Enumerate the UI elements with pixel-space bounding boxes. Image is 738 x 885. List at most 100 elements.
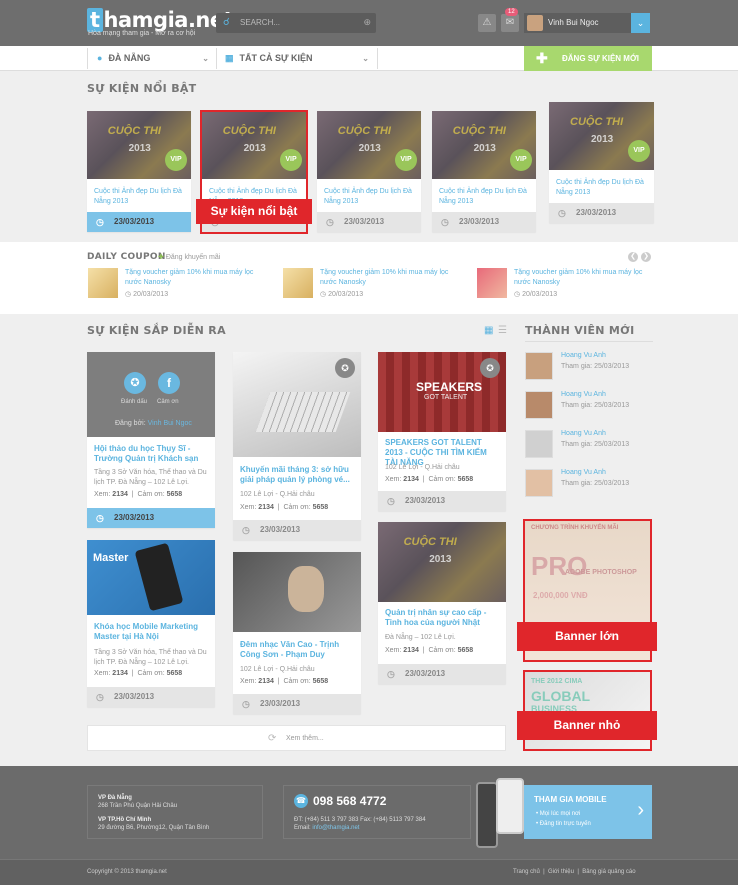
member-name[interactable]: Hoang Vu Anh <box>561 469 606 476</box>
event-title[interactable]: Đêm nhạc Văn Cao - Trịnh Công Sơn - Phạm… <box>240 640 355 660</box>
member-name[interactable]: Hoang Vu Anh <box>561 352 606 359</box>
event-title[interactable]: Cuộc thi Ảnh đẹp Du lịch Đà Nẵng 2013 <box>94 187 182 207</box>
footer-link-pricing[interactable]: Bảng giá quảng cáo <box>582 869 635 875</box>
clock-icon: ◷ <box>387 496 395 506</box>
user-dropdown-chevron-icon[interactable]: ⌄ <box>631 13 650 33</box>
clock-icon: ◷ <box>242 525 250 535</box>
pin-icon[interactable]: ✪ <box>335 358 355 378</box>
facebook-icon[interactable]: f <box>158 372 180 394</box>
event-address: 102 Lê Lợi - Q.Hải châu <box>240 666 315 673</box>
event-stats: Xem: 2134 | Cảm ơn: 5658 <box>385 647 474 654</box>
footer-offices: VP Đà Nẵng 268 Trần Phú Quận Hải Châu VP… <box>87 785 263 839</box>
category-select[interactable]: ▦ TẤT CẢ SỰ KIỆN ⌄ <box>225 46 377 71</box>
pin-icon[interactable]: ✪ <box>124 372 146 394</box>
member-joined: Tham gia: 25/03/2013 <box>561 402 630 409</box>
load-more-button[interactable]: ⟳ Xem thêm... <box>87 725 506 751</box>
event-date: ◷23/03/2013 <box>233 520 361 540</box>
user-menu[interactable]: Vinh Bui Ngoc <box>524 13 631 33</box>
event-card[interactable]: Đêm nhạc Văn Cao - Trịnh Công Sơn - Phạm… <box>233 552 361 714</box>
footer-link-about[interactable]: Giới thiệu <box>548 869 574 875</box>
clock-icon: ◷ <box>320 291 327 298</box>
featured-event-card[interactable]: CUỘC THI 2013 VIP Cuộc thi Ảnh đẹp Du lịch… <box>549 102 654 223</box>
member-item[interactable]: Hoang Vu Anh Tham gia: 25/03/2013 <box>525 352 653 382</box>
location-pin-icon: ● <box>97 53 103 63</box>
featured-section-title: SỰ KIỆN NỔI BẬT <box>87 82 197 95</box>
event-title[interactable]: Hội thảo du học Thụy Sĩ - Trường Quản tr… <box>94 444 209 464</box>
clock-icon: ◷ <box>558 208 566 218</box>
featured-event-card[interactable]: CUỘC THI 2013 VIP Cuộc thi Ảnh đẹp Du lịch… <box>317 111 421 232</box>
featured-event-card[interactable]: CUỘC THI 2013 VIP Cuộc thi Ảnh đẹp Du lịch… <box>87 111 191 232</box>
member-name[interactable]: Hoang Vu Anh <box>561 430 606 437</box>
member-avatar <box>525 469 553 497</box>
divider <box>377 48 378 69</box>
notification-icon[interactable]: ✉ <box>501 14 519 32</box>
chevron-down-icon: ⌄ <box>202 54 209 63</box>
coupon-title[interactable]: Tặng voucher giảm 10% khi mua máy lọc nư… <box>320 268 450 288</box>
featured-event-card[interactable]: CUỘC THI 2013 VIP Cuộc thi Ảnh đẹp Du lịch… <box>432 111 536 232</box>
event-title[interactable]: Cuộc thi Ảnh đẹp Du lịch Đà Nẵng 2013 <box>439 187 527 207</box>
coupon-date: ◷ 20/03/2013 <box>320 291 364 298</box>
chevron-down-icon: ⌄ <box>362 54 369 63</box>
event-address: Tầng 3 Sở Văn hóa, Thể thao và Du lịch T… <box>94 469 207 486</box>
create-event-button[interactable]: ✚ ĐĂNG SỰ KIỆN MỚI <box>524 46 652 71</box>
plus-icon: ✚ <box>158 254 164 261</box>
coupon-title[interactable]: Tặng voucher giảm 10% khi mua máy lọc nư… <box>125 268 255 288</box>
featured-annotation-label: Sự kiện nổi bật <box>196 199 312 224</box>
search-bar[interactable]: ☌ SEARCH... ⊕ <box>216 13 376 33</box>
user-avatar <box>527 15 543 31</box>
event-image: CUỘC THI 2013 <box>378 522 506 602</box>
event-title[interactable]: Cuộc thi Ảnh đẹp Du lịch Đà Nẵng 2013 <box>324 187 412 207</box>
vip-badge: VIP <box>628 140 650 162</box>
coupon-title[interactable]: Tặng voucher giảm 10% khi mua máy lọc nư… <box>514 268 644 288</box>
event-card[interactable]: ✪ Khuyến mãi tháng 3: sở hữu giải pháp q… <box>233 352 361 540</box>
small-banner-label: Banner nhỏ <box>517 711 657 740</box>
search-submit-icon[interactable]: ⊕ <box>363 17 371 28</box>
hotline: 098 568 4772 <box>313 794 387 808</box>
member-joined: Tham gia: 25/03/2013 <box>561 363 630 370</box>
footer-link-home[interactable]: Trang chủ <box>513 869 540 875</box>
event-card[interactable]: CUỘC THI 2013 Quản trị nhân sự cao cấp - … <box>378 522 506 684</box>
member-item[interactable]: Hoang Vu Anh Tham gia: 25/03/2013 <box>525 430 653 460</box>
clock-icon: ◷ <box>125 291 132 298</box>
member-name[interactable]: Hoang Vu Anh <box>561 391 606 398</box>
prev-arrow-icon[interactable]: ❮ <box>628 252 638 262</box>
copyright: Copyright © 2013 thamgia.net <box>87 869 167 875</box>
event-card[interactable]: ✪ f Đánh dấu Cảm ơn Đăng bởi: Vinh Bui N… <box>87 352 215 528</box>
add-coupon-link[interactable]: ✚ Đăng khuyến mãi <box>158 253 220 261</box>
alert-icon[interactable]: ⚠ <box>478 14 496 32</box>
member-item[interactable]: Hoang Vu Anh Tham gia: 25/03/2013 <box>525 469 653 499</box>
member-avatar <box>525 352 553 380</box>
coupon-item[interactable]: Tặng voucher giảm 10% khi mua máy lọc nư… <box>283 268 463 300</box>
event-card[interactable]: SPEAKERS GOT TALENT ✪ SPEAKERS GOT TALEN… <box>378 352 506 511</box>
site-tagline: Hòa mạng tham gia - Mở ra cơ hội <box>88 30 196 37</box>
event-image: CUỘC THI 2013 VIP <box>87 111 191 179</box>
coupon-item[interactable]: Tặng voucher giảm 10% khi mua máy lọc nư… <box>477 268 657 300</box>
pin-icon[interactable]: ✪ <box>480 358 500 378</box>
search-input[interactable]: SEARCH... <box>240 18 280 27</box>
grid-view-icon[interactable]: ▦ <box>484 325 493 336</box>
list-view-icon[interactable]: ☰ <box>498 325 507 336</box>
coupon-item[interactable]: Tặng voucher giảm 10% khi mua máy lọc nư… <box>88 268 268 300</box>
coupon-image <box>283 268 313 298</box>
next-arrow-icon[interactable]: ❯ <box>641 252 651 262</box>
vip-badge: VIP <box>510 149 532 171</box>
coupon-image <box>88 268 118 298</box>
event-stats: Xem: 2134 | Cảm ơn: 5658 <box>94 491 183 498</box>
city-select[interactable]: ● ĐÀ NẴNG ⌄ <box>97 46 217 71</box>
chevron-right-icon: › <box>637 799 644 821</box>
mobile-app-box[interactable]: THAM GIA MOBILE • Mọi lúc mọi nơi • Đăng… <box>524 785 652 839</box>
coupon-image <box>477 268 507 298</box>
event-date: ◷23/03/2013 <box>378 491 506 511</box>
event-date: ◷23/03/2013 <box>87 687 215 707</box>
event-title[interactable]: Cuộc thi Ảnh đẹp Du lịch Đà Nẵng 2013 <box>556 178 644 198</box>
event-card[interactable]: Master Khóa học Mobile Marketing Master … <box>87 540 215 707</box>
member-item[interactable]: Hoang Vu Anh Tham gia: 25/03/2013 <box>525 391 653 421</box>
event-title[interactable]: Khóa học Mobile Marketing Master tại Hà … <box>94 622 209 642</box>
divider <box>216 48 217 69</box>
site-logo[interactable]: t hamgia.net <box>87 8 234 32</box>
event-image <box>233 552 361 632</box>
event-title[interactable]: Khuyến mãi tháng 3: sở hữu giải pháp quả… <box>240 465 355 485</box>
event-address: 102 Lê Lợi - Q.Hải châu <box>240 491 315 498</box>
search-icon: ☌ <box>223 17 230 28</box>
event-title[interactable]: Quản trị nhân sự cao cấp - Tinh hoa của … <box>385 608 500 628</box>
